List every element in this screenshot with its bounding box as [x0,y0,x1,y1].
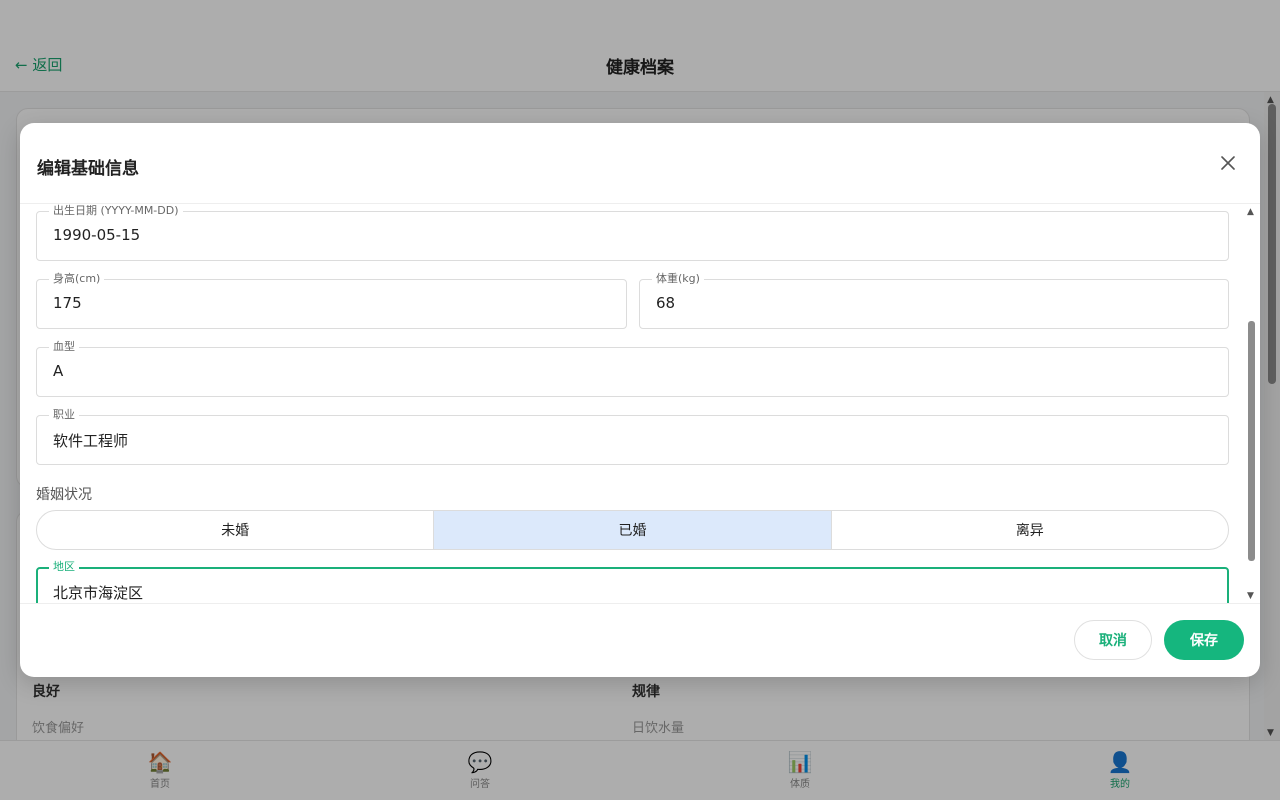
dialog-title: 编辑基础信息 [37,159,139,179]
close-button[interactable] [1216,151,1240,175]
marital-option-divorced[interactable]: 离异 [830,511,1228,549]
region-value: 北京市海淀区 [53,584,144,602]
blood-type-field[interactable]: 血型 A [36,340,1229,397]
blood-type-label: 血型 [49,340,79,354]
height-field[interactable]: 身高(cm) 175 [36,272,627,329]
occupation-field[interactable]: 职业 软件工程师 [36,408,1229,465]
dialog-form: 出生日期 (YYYY-MM-DD) 1990-05-15 身高(cm) 175 … [20,204,1260,603]
weight-field[interactable]: 体重(kg) 68 [639,272,1229,329]
scroll-up-arrow-icon[interactable]: ▲ [1247,207,1254,217]
close-icon [1221,156,1235,170]
marital-option-married[interactable]: 已婚 [433,511,831,549]
height-value: 175 [53,294,82,312]
marital-status-selector: 未婚 已婚 离异 [36,510,1229,550]
weight-label: 体重(kg) [652,272,704,286]
birthdate-field[interactable]: 出生日期 (YYYY-MM-DD) 1990-05-15 [36,204,1229,261]
scrollbar-thumb[interactable] [1248,321,1255,561]
marital-option-single[interactable]: 未婚 [37,511,433,549]
divider [20,603,1260,604]
blood-type-value: A [53,362,64,380]
occupation-label: 职业 [49,408,79,422]
height-label: 身高(cm) [49,272,105,286]
birthdate-value: 1990-05-15 [53,226,141,244]
cancel-button[interactable]: 取消 [1074,620,1152,660]
region-field[interactable]: 地区 北京市海淀区 [36,560,1229,603]
region-label: 地区 [49,560,79,574]
weight-value: 68 [656,294,676,312]
edit-basic-info-dialog: 编辑基础信息 出生日期 (YYYY-MM-DD) 1990-05-15 身高(c… [20,123,1260,677]
marital-status-label: 婚姻状况 [36,487,92,503]
occupation-value: 软件工程师 [53,432,129,450]
birthdate-label: 出生日期 (YYYY-MM-DD) [49,204,183,218]
dialog-scrollbar[interactable]: ▲ ▼ [1244,204,1260,603]
scroll-down-arrow-icon[interactable]: ▼ [1247,591,1254,601]
save-button[interactable]: 保存 [1164,620,1244,660]
